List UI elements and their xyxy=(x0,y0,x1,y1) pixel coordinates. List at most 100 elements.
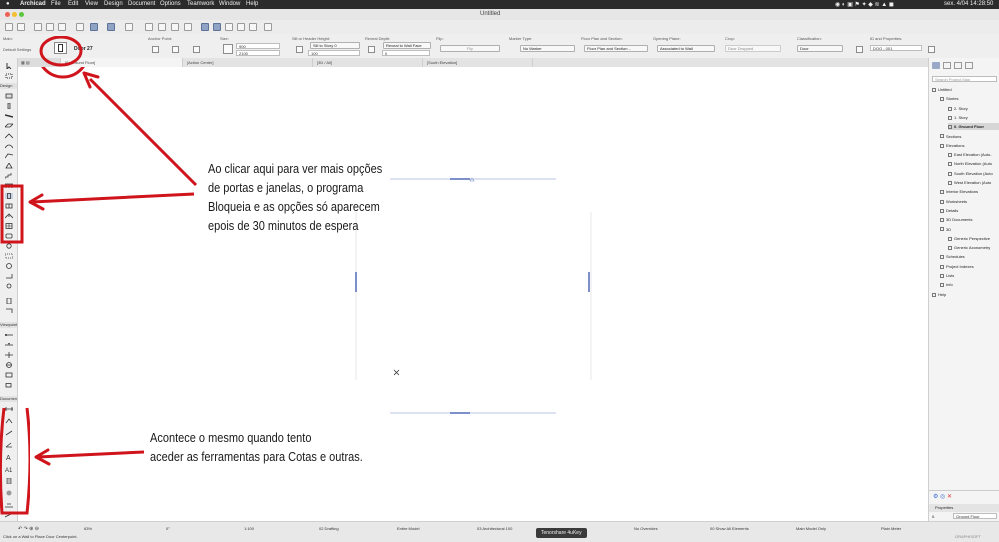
trim-icon[interactable] xyxy=(145,23,153,31)
rotation-angle[interactable]: 0° xyxy=(166,526,170,531)
reveal-depth-field[interactable]: 0 xyxy=(382,50,430,56)
split-icon[interactable] xyxy=(158,23,166,31)
properties-header[interactable]: Properties xyxy=(929,504,999,512)
dimension-standard-select[interactable]: Plain Meter xyxy=(881,526,901,531)
renovation-icon[interactable] xyxy=(264,23,272,31)
eyedropper-icon[interactable] xyxy=(58,23,66,31)
menu-options[interactable]: Options xyxy=(160,1,181,7)
view-map-icon[interactable] xyxy=(943,62,951,69)
structural-display-select[interactable]: Main Model Only xyxy=(796,526,826,531)
marker-label: Marker Type: xyxy=(509,36,533,41)
tree-item[interactable]: Lists xyxy=(940,272,999,279)
tree-item[interactable]: 2. Story xyxy=(948,105,999,112)
menu-document[interactable]: Document xyxy=(128,1,155,7)
project-map-search[interactable]: Search Project Map xyxy=(932,76,997,82)
tree-item[interactable]: West Elevation (Auto xyxy=(948,179,999,186)
tree-item[interactable]: Generic Axonometry xyxy=(948,244,999,251)
tree-item[interactable]: Interior Elevations xyxy=(940,188,999,195)
minimize-window-button[interactable] xyxy=(12,12,17,17)
delete-icon[interactable]: ✕ xyxy=(947,494,952,500)
tree-item[interactable]: North Elevation (Auto xyxy=(948,160,999,167)
anchor-left-icon[interactable] xyxy=(152,46,159,53)
flip-button[interactable]: Flip xyxy=(440,45,500,52)
marker-type-select[interactable]: No Marker xyxy=(520,45,575,52)
magic-wand-icon[interactable] xyxy=(201,23,209,31)
adjust-icon[interactable] xyxy=(171,23,179,31)
floor-plan-canvas[interactable]: Ao clicar aqui para ver mais opções de p… xyxy=(18,67,928,521)
tree-item[interactable]: 0. Ground Floor xyxy=(948,123,999,131)
size-link-icon[interactable] xyxy=(223,44,233,54)
tree-item[interactable]: Info xyxy=(940,281,999,288)
tree-item[interactable]: Sections xyxy=(940,133,999,140)
apple-menu-icon[interactable]: ● xyxy=(6,1,10,7)
tree-item[interactable]: Worksheets xyxy=(940,198,999,205)
tree-item[interactable]: Elevations xyxy=(940,142,999,149)
height-field[interactable]: 2100 xyxy=(236,50,280,56)
opening-plane-select[interactable]: Associated to Wall xyxy=(657,45,715,52)
properties-icon[interactable] xyxy=(928,46,935,53)
anchor-center-icon[interactable] xyxy=(172,46,179,53)
undo-icon[interactable] xyxy=(5,23,13,31)
classification-select[interactable]: Door xyxy=(797,45,843,52)
menu-design[interactable]: Design xyxy=(104,1,123,7)
tree-item[interactable]: Help xyxy=(932,291,999,298)
graphic-override-select[interactable]: No Overrides xyxy=(634,526,658,531)
width-field[interactable]: 900 xyxy=(236,43,280,49)
grid-icon[interactable] xyxy=(125,23,133,31)
tree-item[interactable]: Stories xyxy=(940,95,999,102)
tree-item[interactable]: 3D xyxy=(940,226,999,233)
tree-item[interactable]: South Elevation (Auto xyxy=(948,170,999,177)
zoom-window-button[interactable] xyxy=(19,12,24,17)
settings-icon[interactable] xyxy=(856,46,863,53)
gravity-icon[interactable] xyxy=(213,23,221,31)
publisher-sets-icon[interactable] xyxy=(965,62,973,69)
reveal-reference-select[interactable]: Reveal to Wall Face xyxy=(383,42,431,49)
suspend-groups-icon[interactable] xyxy=(225,23,233,31)
zoom-level[interactable]: 63% xyxy=(84,526,92,531)
sill-reference-select[interactable]: Sill to Story 0 xyxy=(310,42,360,49)
pick-icon[interactable] xyxy=(34,23,42,31)
tab-3d-all[interactable]: [3D / All] xyxy=(313,58,423,67)
menu-help[interactable]: Help xyxy=(246,1,258,7)
menu-archicad[interactable]: Archicad xyxy=(20,1,46,7)
floorplan-section-button[interactable]: Floor Plan and Section... xyxy=(584,45,648,52)
layers-icon[interactable] xyxy=(76,23,84,31)
redo-icon[interactable] xyxy=(17,23,25,31)
tree-item[interactable]: Untitled xyxy=(932,86,999,93)
tab-action-center[interactable]: [Action Center] xyxy=(183,58,313,67)
tree-item[interactable]: East Elevation (Auto- xyxy=(948,151,999,158)
renovation-filter-select[interactable]: 00 Show All Elements xyxy=(710,526,749,531)
inject-icon[interactable] xyxy=(46,23,54,31)
menu-window[interactable]: Window xyxy=(219,1,240,7)
sill-height-field[interactable]: 100 xyxy=(308,50,360,56)
tree-item[interactable]: 3D Documents xyxy=(940,216,999,223)
pen-set-select[interactable]: 03 Architectural 100 xyxy=(477,526,512,531)
menu-file[interactable]: File xyxy=(51,1,61,7)
crop-select[interactable]: Door Dropped xyxy=(725,45,781,52)
snap-icon[interactable] xyxy=(107,23,115,31)
status-nav-icons[interactable]: ↶ ↷ ⊕ ⊖ xyxy=(18,526,39,532)
prop-story-name[interactable]: Ground Floor xyxy=(953,513,997,519)
layer-combination-select[interactable]: 02 Drafting xyxy=(319,526,339,531)
ruler-icon[interactable] xyxy=(237,23,245,31)
lock-icon[interactable] xyxy=(184,23,192,31)
tree-item[interactable]: Generic Perspective xyxy=(948,235,999,242)
menu-edit[interactable]: Edit xyxy=(68,1,78,7)
tree-item[interactable]: Details xyxy=(940,207,999,214)
menu-view[interactable]: View xyxy=(85,1,98,7)
layout-book-icon[interactable] xyxy=(954,62,962,69)
panel-action-icons[interactable]: ⚙ ◎ ✕ xyxy=(933,493,952,500)
tab-south-elevation[interactable]: [South Elevation] xyxy=(423,58,533,67)
measure-icon[interactable] xyxy=(249,23,257,31)
model-view-select[interactable]: Entire Model xyxy=(397,526,419,531)
tree-item[interactable]: Schedules xyxy=(940,253,999,260)
scale-select[interactable]: 1:100 xyxy=(244,526,254,531)
menu-teamwork[interactable]: Teamwork xyxy=(187,1,214,7)
tree-item[interactable]: 1. Story xyxy=(948,114,999,121)
id-field[interactable]: DOO - 001 xyxy=(870,45,922,51)
close-window-button[interactable] xyxy=(5,12,10,17)
guide-line-icon[interactable] xyxy=(90,23,98,31)
anchor-right-icon[interactable] xyxy=(193,46,200,53)
tree-item[interactable]: Project Indexes xyxy=(940,263,999,270)
project-map-icon[interactable] xyxy=(932,62,940,69)
